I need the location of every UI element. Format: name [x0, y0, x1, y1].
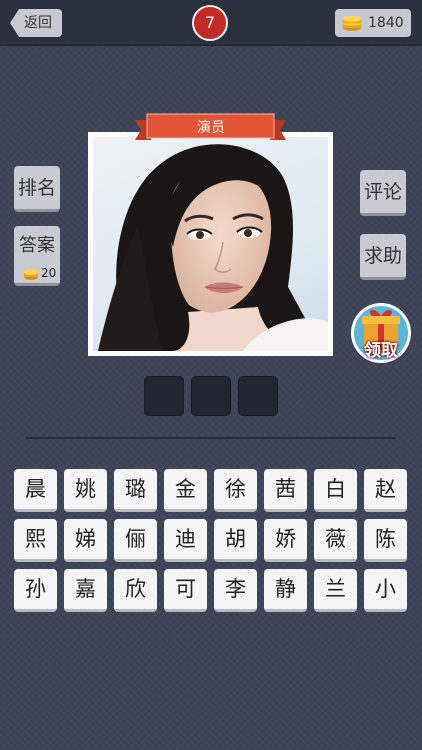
key[interactable]: 欣: [114, 569, 157, 612]
comment-button[interactable]: 评论: [360, 170, 406, 216]
key[interactable]: 可: [164, 569, 207, 612]
key[interactable]: 小: [364, 569, 407, 612]
key[interactable]: 熙: [14, 519, 57, 562]
key[interactable]: 胡: [214, 519, 257, 562]
key[interactable]: 兰: [314, 569, 357, 612]
coin-icon: [24, 269, 38, 280]
portrait-image: [98, 144, 328, 351]
key[interactable]: 静: [264, 569, 307, 612]
key[interactable]: 俪: [114, 519, 157, 562]
divider: [26, 437, 396, 439]
key[interactable]: 陈: [364, 519, 407, 562]
coin-stack-icon: [343, 16, 361, 31]
answer-slot-3[interactable]: [238, 376, 278, 416]
help-button[interactable]: 求助: [360, 234, 406, 280]
key[interactable]: 娣: [64, 519, 107, 562]
top-bar: 返回 7 1840: [0, 0, 422, 46]
answer-label: 答案: [19, 235, 55, 256]
claim-label[interactable]: 领取: [350, 336, 412, 361]
key[interactable]: 赵: [364, 469, 407, 512]
level-badge: 7: [192, 5, 228, 41]
key[interactable]: 姚: [64, 469, 107, 512]
key[interactable]: 茜: [264, 469, 307, 512]
answer-slot-2[interactable]: [191, 376, 231, 416]
answer-cost: 20: [41, 266, 57, 280]
coin-count: 1840: [368, 15, 404, 31]
answer-slot-1[interactable]: [144, 376, 184, 416]
rank-button[interactable]: 排名: [14, 166, 60, 212]
key[interactable]: 迪: [164, 519, 207, 562]
key[interactable]: 晨: [14, 469, 57, 512]
key[interactable]: 金: [164, 469, 207, 512]
back-button[interactable]: 返回: [10, 9, 62, 37]
puzzle-photo: [93, 137, 328, 351]
category-label: 演员: [197, 120, 225, 136]
key[interactable]: 白: [314, 469, 357, 512]
key[interactable]: 孙: [14, 569, 57, 612]
key[interactable]: 李: [214, 569, 257, 612]
answer-cost-badge: 20: [22, 266, 60, 281]
key[interactable]: 徐: [214, 469, 257, 512]
key[interactable]: 璐: [114, 469, 157, 512]
puzzle-photo-frame: [88, 132, 333, 356]
key[interactable]: 嘉: [64, 569, 107, 612]
key[interactable]: 娇: [264, 519, 307, 562]
coin-counter[interactable]: 1840: [335, 9, 411, 37]
key[interactable]: 薇: [314, 519, 357, 562]
